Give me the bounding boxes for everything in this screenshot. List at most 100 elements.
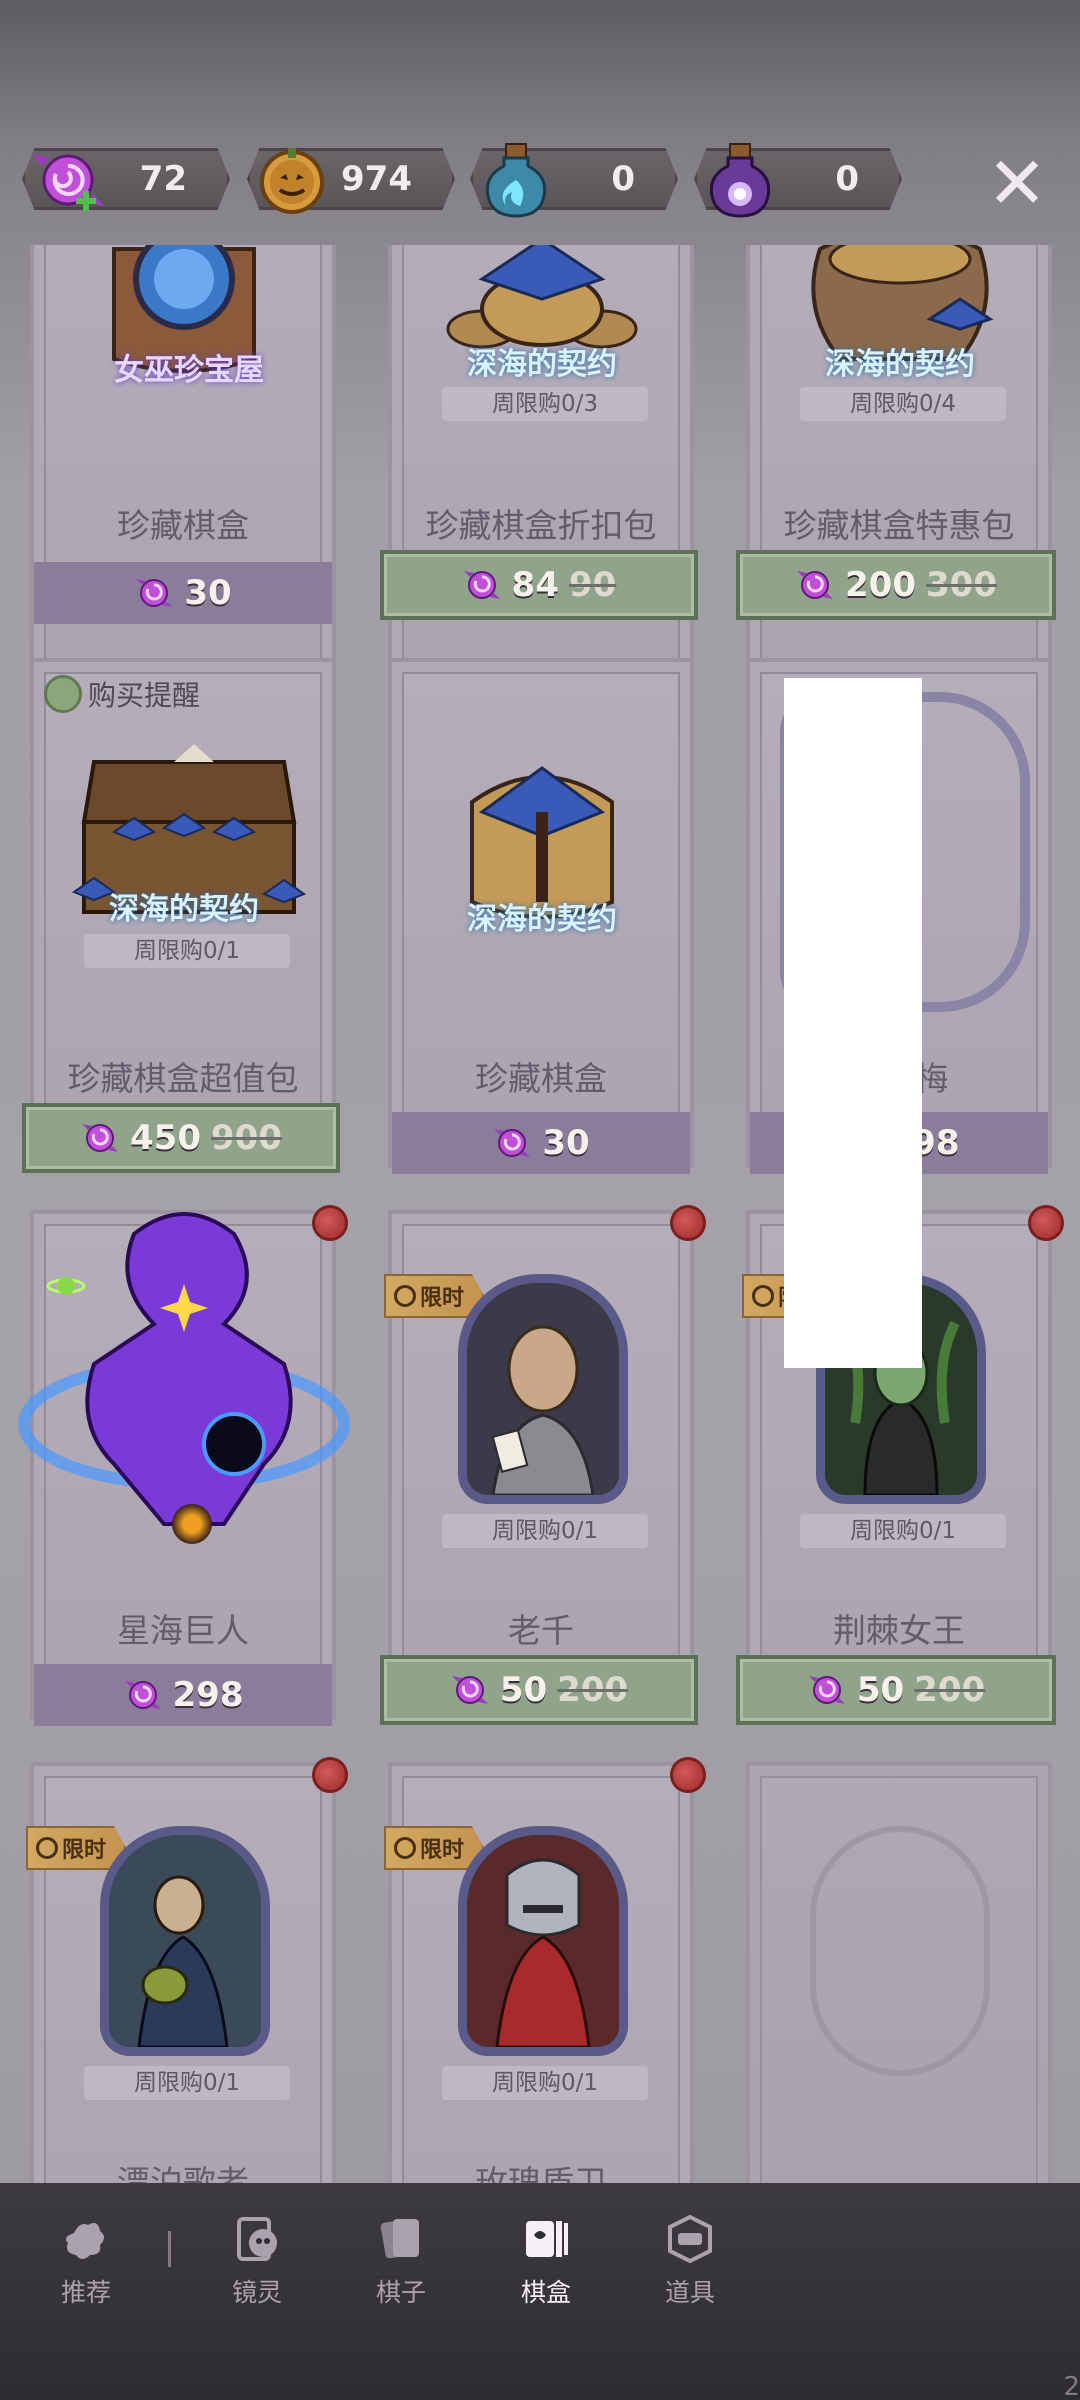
- product-grid[interactable]: 女巫珍宝屋 珍藏棋盒 30 深海的契约 周限购0/3 珍藏棋盒折扣包 84 90: [0, 245, 1080, 2183]
- reminder-toggle-icon: [44, 675, 82, 713]
- witch-treasure-logo: 女巫珍宝屋: [114, 353, 264, 388]
- product-card-chess-box-2[interactable]: 深海的契约 珍藏棋盒 30: [388, 658, 694, 1174]
- product-card-star-sea-giant[interactable]: 星海巨人 298: [18, 1210, 350, 1726]
- new-badge-dot: [1028, 1205, 1064, 1241]
- product-card-card-sharp[interactable]: 限时 周限购0/1 老千: [384, 1210, 694, 1720]
- product-name: 星海巨人: [117, 1611, 249, 1650]
- product-card-chess-box-1[interactable]: 女巫珍宝屋 珍藏棋盒 30: [30, 245, 336, 695]
- deep-sea-logo: 深海的契约: [467, 902, 617, 937]
- price-tag[interactable]: 30: [34, 562, 332, 624]
- product-name: 玫瑰盾卫: [475, 2163, 607, 2183]
- new-badge-dot: [670, 1757, 706, 1793]
- close-button[interactable]: ✕: [982, 147, 1052, 219]
- bottom-nav: 推荐 镜灵 棋子 棋盒 道具: [0, 2183, 1080, 2400]
- price-value: 50: [499, 1670, 548, 1710]
- rose-shield-portrait: [458, 1826, 628, 2056]
- clock-icon: [394, 1837, 416, 1859]
- empty-slot-emblem: [810, 1826, 990, 2076]
- price-value: 450: [130, 1118, 201, 1158]
- card-sharp-portrait: [458, 1274, 628, 1504]
- product-name: 老千: [508, 1611, 574, 1650]
- original-price: 900: [211, 1118, 282, 1158]
- candy-count: 72: [139, 159, 187, 199]
- chess-box-icon: [526, 2221, 568, 2257]
- original-price: 300: [926, 565, 997, 605]
- purple-potion-icon: [698, 138, 782, 222]
- weekly-limit: 周限购0/1: [442, 2066, 648, 2100]
- price-value: 200: [845, 565, 916, 605]
- reminder-label: 购买提醒: [88, 679, 201, 712]
- product-name: 珍藏棋盒: [117, 506, 249, 545]
- price-tag[interactable]: 450 900: [22, 1103, 340, 1173]
- mirror-spirit-icon: [237, 2217, 277, 2261]
- price-tag[interactable]: 30: [392, 1112, 690, 1174]
- weekly-limit: 周限购0/4: [800, 387, 1006, 421]
- price-value: 30: [542, 1123, 590, 1163]
- product-card-special-pack[interactable]: 深海的契约 周限购0/4 珍藏棋盒特惠包: [746, 245, 1052, 695]
- price-value: 50: [856, 1670, 905, 1710]
- price-tag[interactable]: 200 300: [736, 550, 1056, 620]
- empty-card-slot: [746, 1762, 1052, 2183]
- candy-icon: [494, 1129, 531, 1157]
- new-badge-dot: [312, 1757, 348, 1793]
- weekly-limit: 周限购0/1: [442, 1514, 648, 1548]
- price-tag[interactable]: 50 200: [736, 1655, 1056, 1725]
- deep-sea-logo: 深海的契约: [467, 347, 617, 382]
- purple-potion-count: 0: [835, 159, 859, 199]
- candy-icon: [451, 1676, 488, 1704]
- purchase-reminder[interactable]: 购买提醒: [44, 674, 200, 714]
- nav-tab-mirror-spirit[interactable]: 镜灵: [197, 2213, 317, 2323]
- product-name: 珍藏棋盒超值包: [67, 1059, 299, 1098]
- wandering-singer-portrait: [100, 1826, 270, 2056]
- nav-separator: [168, 2231, 171, 2267]
- original-price: 200: [557, 1670, 629, 1710]
- product-card-value-pack[interactable]: 购买提醒 深海的契约 周限购0/1 珍藏棋盒超值包: [30, 658, 336, 1168]
- deep-sea-logo: 深海的契约: [109, 892, 259, 927]
- pumpkin-coin-icon: [250, 138, 334, 222]
- item-icon: [668, 2214, 712, 2264]
- candy-icon: [463, 571, 500, 599]
- candy-icon: [136, 579, 173, 607]
- product-name: 珍藏棋盒: [475, 1059, 607, 1098]
- pumpkin-coin-count: 974: [341, 159, 412, 199]
- corner-number: 2: [1063, 2372, 1080, 2400]
- original-price: 90: [569, 565, 617, 605]
- candy-icon: [808, 1676, 845, 1704]
- product-card-wandering-singer[interactable]: 限时 周限购0/1 漂泊歌者: [26, 1762, 336, 2183]
- product-name: 荆棘女王: [833, 1611, 965, 1650]
- weekly-limit: 周限购0/3: [442, 387, 648, 421]
- candy-plus-icon[interactable]: [26, 138, 110, 222]
- level-gem-icon: [172, 1504, 212, 1544]
- new-badge-dot: [670, 1205, 706, 1241]
- product-name: 珍藏棋盒特惠包: [783, 506, 1015, 545]
- clock-icon: [36, 1837, 58, 1859]
- weekly-limit: 周限购0/1: [800, 1514, 1006, 1548]
- price-value: 30: [184, 573, 232, 613]
- product-name: 珍藏棋盒折扣包: [425, 506, 657, 545]
- nav-tab-chess-piece[interactable]: 棋子: [341, 2213, 461, 2323]
- candy-icon: [82, 1124, 119, 1152]
- price-tag[interactable]: 50 200: [380, 1655, 698, 1725]
- clock-icon: [394, 1285, 416, 1307]
- weekly-limit: 周限购0/1: [84, 2066, 290, 2100]
- weekly-limit: 周限购0/1: [84, 934, 290, 968]
- product-name: 漂泊歌者: [117, 2163, 249, 2183]
- deep-sea-logo: 深海的契约: [825, 347, 975, 382]
- price-tag[interactable]: 84 90: [380, 550, 698, 620]
- product-card-discount-pack[interactable]: 深海的契约 周限购0/3 珍藏棋盒折扣包: [388, 245, 694, 695]
- candy-icon: [797, 571, 834, 599]
- clock-icon: [752, 1285, 774, 1307]
- blue-potion-icon: [474, 138, 558, 222]
- price-value: 298: [172, 1675, 244, 1715]
- blue-potion-count: 0: [611, 159, 635, 199]
- candy-icon: [124, 1681, 161, 1709]
- nav-tab-items[interactable]: 道具: [630, 2213, 750, 2323]
- price-value: 84: [511, 565, 559, 605]
- nav-tab-recommend[interactable]: 推荐: [26, 2213, 146, 2323]
- blank-overlay: [784, 678, 922, 1368]
- recommend-icon: [66, 2223, 104, 2259]
- price-tag[interactable]: 298: [34, 1664, 332, 1726]
- product-card-rose-shield[interactable]: 限时 周限购0/1 玫瑰盾卫: [384, 1762, 694, 2183]
- currency-bar: 72 974 0 0 ✕: [0, 120, 1080, 235]
- nav-tab-chess-box[interactable]: 棋盒: [486, 2213, 606, 2323]
